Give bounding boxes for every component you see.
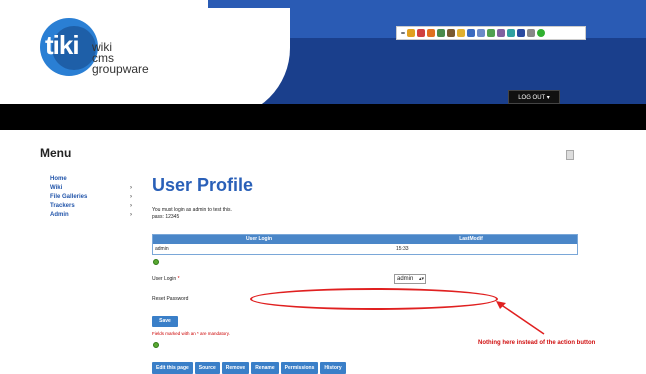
column-header[interactable]: User Login <box>153 235 365 244</box>
chevron-right-icon[interactable]: › <box>130 212 132 218</box>
topbar <box>0 104 646 130</box>
user-login-select[interactable]: admin ▴▾ <box>394 274 426 284</box>
user-table: User Login LastModif admin 15:33 <box>152 234 578 255</box>
user-icon[interactable] <box>447 29 455 37</box>
list-icon[interactable] <box>497 29 505 37</box>
chevron-right-icon[interactable]: › <box>130 203 132 209</box>
chevron-down-icon: ▴▾ <box>418 276 424 282</box>
print-icon[interactable] <box>566 150 574 160</box>
gear-icon[interactable] <box>527 29 535 37</box>
remove-button[interactable]: Remove <box>221 362 250 374</box>
chevron-right-icon[interactable]: › <box>130 194 132 200</box>
user-icon[interactable] <box>437 29 445 37</box>
table-header: User Login LastModif <box>153 235 577 244</box>
menu-item-trackers[interactable]: Trackers › <box>50 203 140 211</box>
mandatory-note: Fields marked with an * are mandatory. <box>152 331 230 336</box>
menu-title: Menu <box>40 146 72 160</box>
annotation-text: Nothing here instead of the action butto… <box>478 340 596 346</box>
info-message: You must login as admin to test this. pa… <box>152 207 232 220</box>
home-icon[interactable] <box>417 29 425 37</box>
add-icon[interactable] <box>153 342 159 348</box>
key-icon[interactable] <box>457 29 465 37</box>
site-header: tiki wiki cms groupware LOG OUT ▾ <box>0 0 646 130</box>
menu-item-wiki[interactable]: Wiki › <box>50 185 140 193</box>
menu-item-admin[interactable]: Admin › <box>50 212 140 220</box>
annotation-arrow-icon <box>496 301 545 335</box>
permissions-button[interactable]: Permissions <box>280 362 319 374</box>
calendar-icon[interactable] <box>467 29 475 37</box>
arrow-icon[interactable] <box>401 32 405 34</box>
menu-item-file-galleries[interactable]: File Galleries › <box>50 194 140 202</box>
green-dot-icon[interactable] <box>537 29 545 37</box>
menu-list: Home Wiki › File Galleries › Trackers › Adm… <box>50 176 140 221</box>
rename-button[interactable]: Rename <box>251 362 279 374</box>
book-icon[interactable] <box>517 29 525 37</box>
add-icon[interactable] <box>153 259 159 265</box>
user-login-label: User Login * <box>152 276 180 282</box>
edit-icon[interactable] <box>427 29 435 37</box>
image-icon[interactable] <box>487 29 495 37</box>
menu-item-home[interactable]: Home <box>50 176 140 184</box>
page-title: User Profile <box>152 175 254 195</box>
grid-icon[interactable] <box>507 29 515 37</box>
logo-text: wiki cms groupware <box>92 40 149 76</box>
logout-button[interactable]: LOG OUT ▾ <box>508 90 560 104</box>
logo-word: tiki <box>45 30 80 60</box>
table-row: admin 15:33 <box>153 244 577 254</box>
admin-toolbar <box>396 26 586 40</box>
page-actions: Edit this page Source Remove Rename Perm… <box>152 362 346 374</box>
source-button[interactable]: Source <box>194 362 220 374</box>
edit-page-button[interactable]: Edit this page <box>152 362 193 374</box>
reset-password-label: Reset Password <box>152 296 189 302</box>
table-cell: 15:33 <box>396 246 409 252</box>
highlight-ellipse <box>250 288 498 310</box>
column-header[interactable]: LastModif <box>365 235 577 244</box>
history-button[interactable]: History <box>320 362 346 374</box>
search-icon[interactable] <box>407 29 415 37</box>
save-button[interactable]: Save <box>152 316 178 327</box>
chevron-right-icon[interactable]: › <box>130 185 132 191</box>
table-cell: admin <box>155 246 169 252</box>
mail-icon[interactable] <box>477 29 485 37</box>
